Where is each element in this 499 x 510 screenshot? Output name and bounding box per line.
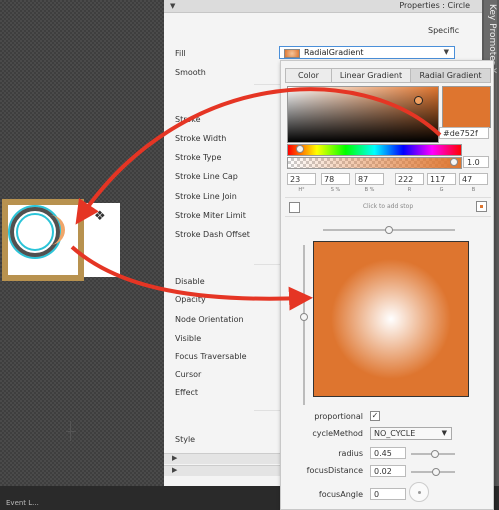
- center-y-slider[interactable]: [300, 245, 308, 405]
- radius-slider-thumb[interactable]: [431, 450, 439, 458]
- gradient-preview: [313, 241, 469, 397]
- green-label: G: [439, 187, 444, 193]
- brightness-input[interactable]: 87: [355, 173, 384, 185]
- center-x-slider[interactable]: [323, 226, 455, 234]
- prop-stroke-type: Stroke Type: [175, 153, 222, 162]
- prop-stroke-width: Stroke Width: [175, 134, 227, 143]
- prop-stroke: Stroke: [175, 115, 201, 124]
- blue-input[interactable]: 47: [459, 173, 488, 185]
- collapse-triangle-icon[interactable]: ▼: [170, 2, 175, 10]
- radius-label: radius: [338, 449, 363, 458]
- hue-input[interactable]: 23: [287, 173, 316, 185]
- saturation-brightness-area[interactable]: [287, 86, 439, 143]
- gradient-picker-popup: Color Linear Gradient Radial Gradient #d…: [280, 60, 494, 510]
- chevron-down-icon: ▼: [441, 429, 447, 437]
- circle-node[interactable]: [2, 199, 84, 441]
- expand-triangle-icon: ▶: [172, 466, 178, 474]
- prop-effect: Effect: [175, 388, 199, 397]
- prop-smooth: Smooth: [175, 68, 206, 77]
- focus-distance-slider[interactable]: [411, 468, 455, 476]
- focus-angle-label: focusAngle: [318, 490, 363, 499]
- gradient-stop-bar[interactable]: Click to add stop: [285, 197, 491, 217]
- prop-stroke-dash-offset: Stroke Dash Offset: [175, 230, 250, 239]
- expand-triangle-icon: ▶: [172, 454, 178, 462]
- brightness-label: B %: [364, 187, 375, 193]
- focus-angle-input[interactable]: 0: [370, 488, 406, 500]
- radius-slider[interactable]: [411, 450, 455, 458]
- focus-distance-input[interactable]: 0.02: [370, 465, 406, 477]
- prop-visible: Visible: [175, 334, 202, 343]
- alpha-input[interactable]: 1.0: [463, 156, 489, 168]
- tab-color[interactable]: Color: [285, 68, 332, 83]
- proportional-checkbox[interactable]: ✓: [370, 411, 380, 421]
- fill-value: RadialGradient: [304, 48, 364, 57]
- grip-icon[interactable]: ❖: [94, 209, 106, 224]
- chevron-down-icon: ▼: [443, 48, 449, 56]
- gradient-stop-end[interactable]: [476, 201, 487, 212]
- prop-opacity: Opacity: [175, 295, 206, 304]
- saturation-input[interactable]: 78: [321, 173, 350, 185]
- crosshair-handle[interactable]: [66, 421, 76, 441]
- current-color-swatch: [442, 86, 491, 128]
- center-y-thumb[interactable]: [300, 313, 308, 321]
- red-label: R: [407, 187, 412, 193]
- prop-stroke-miter-limit: Stroke Miter Limit: [175, 211, 246, 220]
- prop-cursor: Cursor: [175, 370, 202, 379]
- hue-slider-thumb[interactable]: [296, 145, 304, 153]
- radius-input[interactable]: 0.45: [370, 447, 406, 459]
- bottom-bar-text: Event L...: [6, 499, 39, 507]
- blue-label: B: [471, 187, 476, 193]
- add-stop-hint: Click to add stop: [362, 203, 414, 210]
- alpha-slider[interactable]: [287, 157, 462, 169]
- focus-distance-slider-thumb[interactable]: [432, 468, 440, 476]
- focus-angle-dial[interactable]: [409, 482, 429, 502]
- prop-stroke-line-cap: Stroke Line Cap: [175, 172, 238, 181]
- cycle-method-value: NO_CYCLE: [374, 429, 416, 438]
- cycle-method-dropdown[interactable]: NO_CYCLE ▼: [370, 427, 452, 440]
- picker-tabs: Color Linear Gradient Radial Gradient: [285, 68, 491, 83]
- tab-radial-gradient[interactable]: Radial Gradient: [410, 68, 491, 83]
- hex-input[interactable]: #de752f: [439, 127, 489, 139]
- fill-dropdown[interactable]: RadialGradient ▼: [279, 46, 455, 59]
- focus-distance-label: focusDistance: [306, 466, 363, 475]
- hue-slider[interactable]: [287, 144, 462, 156]
- prop-fill: Fill: [175, 49, 186, 58]
- prop-stroke-line-join: Stroke Line Join: [175, 192, 237, 201]
- tab-linear-gradient[interactable]: Linear Gradient: [331, 68, 411, 83]
- gradient-swatch-icon: [284, 49, 300, 58]
- red-input[interactable]: 222: [395, 173, 424, 185]
- prop-node-orientation: Node Orientation: [175, 315, 244, 324]
- node-extension: ❖: [84, 203, 120, 277]
- prop-focus-traversable: Focus Traversable: [175, 352, 247, 361]
- properties-title: Properties : Circle: [399, 1, 470, 10]
- green-input[interactable]: 117: [427, 173, 456, 185]
- alpha-slider-thumb[interactable]: [450, 158, 458, 166]
- hue-label: H°: [298, 187, 305, 193]
- proportional-label: proportional: [314, 412, 363, 421]
- prop-disable: Disable: [175, 277, 205, 286]
- cycle-method-label: cycleMethod: [312, 429, 363, 438]
- section-specific: Specific: [428, 26, 460, 35]
- saturation-label: S %: [330, 187, 341, 193]
- properties-header[interactable]: ▼ Properties : Circle: [164, 0, 482, 13]
- center-x-thumb[interactable]: [385, 226, 393, 234]
- sv-picker-handle[interactable]: [414, 96, 423, 105]
- prop-style: Style: [175, 435, 196, 444]
